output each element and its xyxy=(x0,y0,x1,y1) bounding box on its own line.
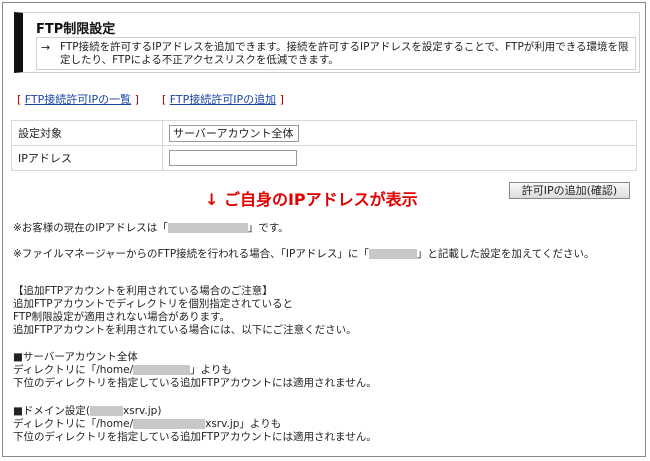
target-label: 設定対象 xyxy=(11,120,163,146)
ip-cell xyxy=(162,145,637,171)
add-ip-confirm-button[interactable]: 許可IPの追加(確認) xyxy=(509,182,630,199)
ip-label: IPアドレス xyxy=(11,145,163,171)
target-select-value: サーバーアカウント全体 xyxy=(173,126,294,140)
bracket-open: [ xyxy=(161,93,167,106)
target-cell: サーバーアカウント全体⌄ xyxy=(162,120,637,155)
nav-links: [ FTP接続許可IPの一覧 ] [ FTP接続許可IPの追加 ] xyxy=(17,91,284,107)
row-target: 設定対象 サーバーアカウント全体⌄ xyxy=(11,120,637,155)
bracket-close: ] xyxy=(134,93,139,106)
row-ip: IPアドレス xyxy=(11,145,637,171)
description-box: → FTP接続を許可するIPアドレスを追加できます。接続を許可するIPアドレスを… xyxy=(36,37,636,70)
file-manager-note: ※ファイルマネージャーからのFTP接続を行われる場合、「IPアドレス」に「 」と記… xyxy=(13,248,595,260)
settings-table: 設定対象 サーバーアカウント全体⌄ IPアドレス xyxy=(11,120,637,171)
masked-ip xyxy=(167,223,248,233)
link-ip-list[interactable]: FTP接続許可IPの一覧 xyxy=(25,93,131,106)
masked-value xyxy=(368,249,417,259)
section-title: FTP制限設定 xyxy=(36,22,116,37)
domain-line-2: 下位のディレクトリを指定している追加FTPアカウントには適用されません。 xyxy=(13,431,377,443)
target-select[interactable]: サーバーアカウント全体⌄ xyxy=(169,124,299,155)
section-description: FTP接続を許可するIPアドレスを追加できます。接続を許可するIPアドレスを設定… xyxy=(60,41,629,66)
ip-address-input[interactable] xyxy=(169,150,297,166)
section-header: FTP制限設定 → FTP接続を許可するIPアドレスを追加できます。接続を許可す… xyxy=(14,12,640,73)
bracket-close: ] xyxy=(279,93,284,106)
masked-account xyxy=(133,365,191,375)
arrow-right-icon: → xyxy=(41,41,51,54)
server-line-2: 下位のディレクトリを指定している追加FTPアカウントには適用されません。 xyxy=(13,377,377,389)
current-ip-note: ※お客様の現在のIPアドレスは「 」です。 xyxy=(13,222,289,234)
masked-domain xyxy=(90,406,124,416)
ip-annotation: ↓ ご自身のIPアドレスが表示 xyxy=(205,190,418,209)
link-ip-add[interactable]: FTP接続許可IPの追加 xyxy=(170,93,276,106)
additional-line-3: 追加FTPアカウントを利用されている場合には、以下にご注意ください。 xyxy=(13,324,357,336)
bracket-open: [ xyxy=(17,93,22,106)
masked-domain-path xyxy=(133,419,206,429)
